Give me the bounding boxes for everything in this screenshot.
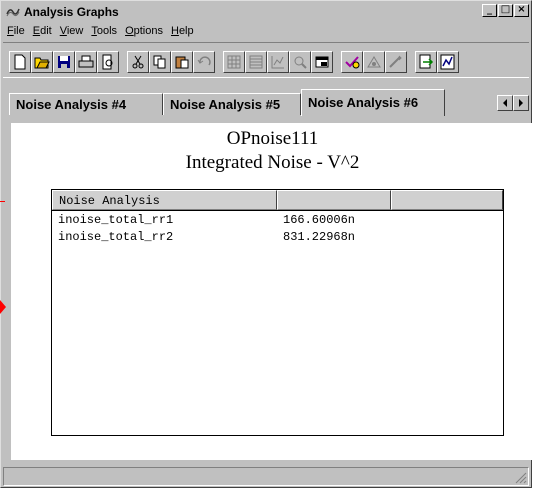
status-bar xyxy=(3,467,529,486)
menu-edit[interactable]: Edit xyxy=(29,25,56,37)
print-preview-icon[interactable] xyxy=(97,51,119,73)
wizard-icon[interactable] xyxy=(385,51,407,73)
row-value: 166.60006n xyxy=(283,213,356,227)
window-title: Analysis Graphs xyxy=(24,5,119,19)
copy-icon[interactable] xyxy=(149,51,171,73)
tab-scroll-buttons xyxy=(497,95,529,111)
menu-bar: File Edit View Tools Options Help xyxy=(3,22,198,40)
close-button[interactable]: × xyxy=(514,4,529,17)
graph-title: OPnoise111 xyxy=(226,128,319,149)
print-icon[interactable] xyxy=(75,51,97,73)
chart-icon[interactable] xyxy=(267,51,289,73)
list-icon[interactable] xyxy=(245,51,267,73)
noise-table: Noise Analysis inoise_total_rr1 166.6000… xyxy=(51,189,504,436)
new-icon[interactable] xyxy=(9,51,31,73)
save-icon[interactable] xyxy=(53,51,75,73)
table-header: Noise Analysis xyxy=(52,190,503,211)
row-value: 831.22968n xyxy=(283,230,356,244)
graph-page: OPnoise111 Integrated Noise - V^2 Noise … xyxy=(11,123,534,460)
toolbar xyxy=(3,42,529,78)
menu-view[interactable]: View xyxy=(56,25,88,37)
cut-icon[interactable] xyxy=(127,51,149,73)
resize-grip-icon[interactable] xyxy=(515,472,527,484)
window-icon[interactable] xyxy=(311,51,333,73)
menu-file[interactable]: File xyxy=(3,25,29,37)
analysis-graphs-window: Analysis Graphs _ □ × File Edit View Too… xyxy=(0,0,534,488)
tab-noise-analysis-4[interactable]: Noise Analysis #4 xyxy=(9,93,163,115)
tab-noise-analysis-6[interactable]: Noise Analysis #6 xyxy=(301,89,445,116)
export-icon[interactable] xyxy=(415,51,437,73)
table-row[interactable]: inoise_total_rr1 166.60006n xyxy=(52,213,503,229)
app-icon xyxy=(5,4,21,20)
paste-icon[interactable] xyxy=(171,51,193,73)
open-icon[interactable] xyxy=(31,51,53,73)
row-name: inoise_total_rr2 xyxy=(58,230,174,244)
grid-icon[interactable] xyxy=(223,51,245,73)
column-header-value[interactable] xyxy=(277,190,391,210)
menu-tools[interactable]: Tools xyxy=(87,25,121,37)
undo-icon[interactable] xyxy=(193,51,215,73)
check-icon[interactable] xyxy=(341,51,363,73)
scroll-right-icon[interactable] xyxy=(513,95,529,111)
column-header-extra[interactable] xyxy=(391,190,503,210)
menu-help[interactable]: Help xyxy=(167,25,198,37)
table-row[interactable]: inoise_total_rr2 831.22968n xyxy=(52,230,503,246)
row-name: inoise_total_rr1 xyxy=(58,213,174,227)
maximize-button[interactable]: □ xyxy=(498,4,513,17)
marker-arrow-icon xyxy=(0,300,6,314)
minimize-button[interactable]: _ xyxy=(482,4,497,17)
column-header-noise-analysis[interactable]: Noise Analysis xyxy=(52,190,277,210)
scroll-left-icon[interactable] xyxy=(497,95,513,111)
marker-tick xyxy=(0,201,5,202)
analyze-icon[interactable] xyxy=(363,51,385,73)
tab-noise-analysis-5[interactable]: Noise Analysis #5 xyxy=(163,93,301,115)
graph-subtitle: Integrated Noise - V^2 xyxy=(185,152,360,173)
zoom-icon[interactable] xyxy=(289,51,311,73)
menu-options[interactable]: Options xyxy=(121,25,167,37)
report-icon[interactable] xyxy=(437,51,459,73)
tab-control: Noise Analysis #4 Noise Analysis #5 Nois… xyxy=(3,85,534,465)
title-bar[interactable]: Analysis Graphs _ □ × xyxy=(3,3,529,21)
